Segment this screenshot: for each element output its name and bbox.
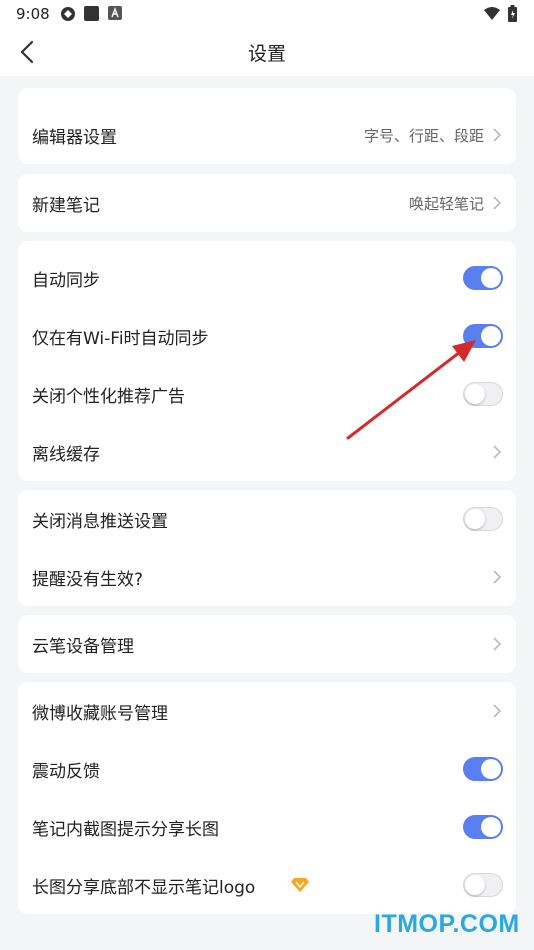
toggle-knob (481, 268, 501, 288)
toggle-knob (481, 817, 501, 837)
vibration-toggle[interactable] (463, 757, 503, 781)
vibration-row: 震动反馈 (18, 740, 516, 798)
toggle-knob (481, 759, 501, 779)
vibration-label: 震动反馈 (32, 762, 100, 782)
wifi-icon (484, 7, 500, 20)
reminder-help-label: 提醒没有生效? (32, 570, 144, 590)
status-bar: 9:08 (0, 0, 534, 28)
editor-settings-card: 编辑器设置 字号、行距、段距 (18, 88, 516, 164)
new-note-card: 新建笔记 唤起轻笔记 (18, 174, 516, 232)
page-title: 设置 (247, 43, 286, 65)
wifi-only-sync-label: 仅在有Wi-Fi时自动同步 (32, 329, 209, 349)
new-note-label: 新建笔记 (32, 196, 100, 216)
editor-settings-value: 字号、行距、段距 (363, 127, 484, 145)
close-push-row: 关闭消息推送设置 (18, 490, 516, 548)
auto-sync-toggle[interactable] (463, 266, 503, 290)
close-ads-label: 关闭个性化推荐广告 (32, 387, 185, 407)
offline-cache-label: 离线缓存 (32, 445, 100, 465)
chevron-right-icon (493, 445, 502, 459)
notification-square-icon (84, 6, 99, 21)
chevron-right-icon (493, 637, 502, 651)
editor-settings-row[interactable]: 编辑器设置 字号、行距、段距 (18, 106, 516, 164)
device-management-label: 云笔设备管理 (32, 637, 134, 657)
auto-sync-label: 自动同步 (32, 271, 100, 291)
toggle-knob (465, 509, 485, 529)
toggle-knob (465, 875, 485, 895)
app-notification-icon (61, 7, 75, 21)
auto-sync-row: 自动同步 (18, 249, 516, 307)
screenshot-share-row: 笔记内截图提示分享长图 (18, 798, 516, 856)
status-time: 9:08 (16, 5, 50, 23)
device-management-row[interactable]: 云笔设备管理 (18, 615, 516, 673)
close-push-toggle[interactable] (463, 507, 503, 531)
hide-logo-row: 长图分享底部不显示笔记logo (18, 856, 516, 914)
weibo-account-label: 微博收藏账号管理 (32, 704, 168, 724)
chevron-right-icon (493, 196, 502, 210)
battery-icon (508, 5, 517, 22)
new-note-value: 唤起轻笔记 (408, 195, 484, 213)
chevron-right-icon (493, 128, 502, 142)
annotation-arrow (346, 340, 476, 440)
chevron-right-icon (493, 704, 502, 718)
misc-card: 微博收藏账号管理 震动反馈 笔记内截图提示分享长图 长图分享底部不显示笔记log… (18, 682, 516, 914)
notification-card: 关闭消息推送设置 提醒没有生效? (18, 490, 516, 606)
watermark: ITMOP.COM (374, 910, 520, 938)
chevron-right-icon (493, 570, 502, 584)
reminder-help-row[interactable]: 提醒没有生效? (18, 548, 516, 606)
weibo-account-row[interactable]: 微博收藏账号管理 (18, 682, 516, 740)
hide-logo-toggle[interactable] (463, 873, 503, 897)
new-note-row[interactable]: 新建笔记 唤起轻笔记 (18, 174, 516, 232)
keyboard-a-icon (108, 6, 122, 20)
screenshot-share-label: 笔记内截图提示分享长图 (32, 820, 219, 840)
device-card: 云笔设备管理 (18, 615, 516, 673)
hide-logo-label: 长图分享底部不显示笔记logo (32, 878, 256, 898)
editor-settings-label: 编辑器设置 (32, 128, 117, 148)
vip-diamond-icon (291, 878, 309, 892)
screenshot-share-toggle[interactable] (463, 815, 503, 839)
header: 设置 (0, 28, 534, 76)
close-push-label: 关闭消息推送设置 (32, 512, 168, 532)
